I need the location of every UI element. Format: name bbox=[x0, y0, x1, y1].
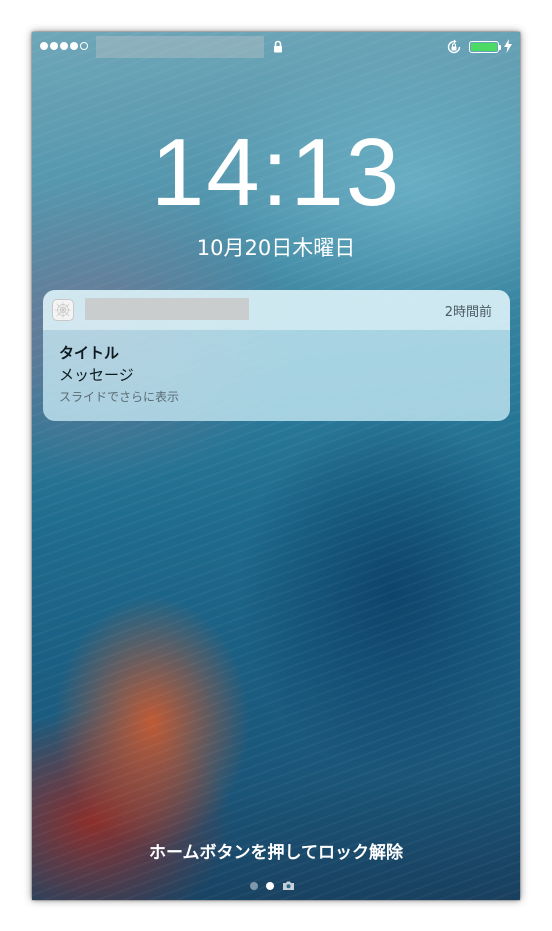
status-bar bbox=[32, 32, 520, 60]
page-indicator[interactable] bbox=[250, 880, 295, 891]
carrier-redacted bbox=[96, 36, 264, 58]
rotation-lock-icon bbox=[447, 39, 461, 54]
camera-icon[interactable] bbox=[282, 880, 295, 891]
notification-slide-hint: スライドでさらに表示 bbox=[59, 390, 180, 404]
battery-icon bbox=[469, 41, 499, 53]
notification-title: タイトル bbox=[59, 344, 120, 362]
notification-header: 2時間前 bbox=[43, 290, 510, 330]
unlock-hint: ホームボタンを押してロック解除 bbox=[149, 843, 403, 863]
page-dot[interactable] bbox=[250, 881, 258, 890]
app-name-redacted bbox=[85, 298, 249, 320]
lock-icon bbox=[274, 40, 282, 53]
battery-level bbox=[471, 43, 497, 51]
charging-bolt-icon bbox=[504, 39, 512, 53]
notification-time: 2時間前 bbox=[444, 305, 492, 320]
battery-nub bbox=[499, 45, 501, 50]
signal-dot bbox=[40, 42, 48, 50]
app-icon bbox=[52, 299, 74, 321]
notification-card[interactable]: 2時間前 タイトル メッセージ スライドでさらに表示 bbox=[43, 290, 510, 421]
page-dot-current[interactable] bbox=[266, 881, 274, 890]
signal-dot bbox=[60, 42, 68, 50]
lock-screen: 14:13 10月20日木曜日 2時間前 タイトル メッセージ スライドでさらに… bbox=[32, 32, 520, 900]
signal-dot bbox=[50, 42, 58, 50]
signal-dot-empty bbox=[80, 42, 88, 50]
notification-message: メッセージ bbox=[59, 366, 134, 384]
clock-time: 14:13 bbox=[150, 119, 402, 226]
clock-date: 10月20日木曜日 bbox=[196, 236, 356, 260]
signal-dot bbox=[70, 42, 78, 50]
signal-strength-icon bbox=[40, 42, 88, 50]
